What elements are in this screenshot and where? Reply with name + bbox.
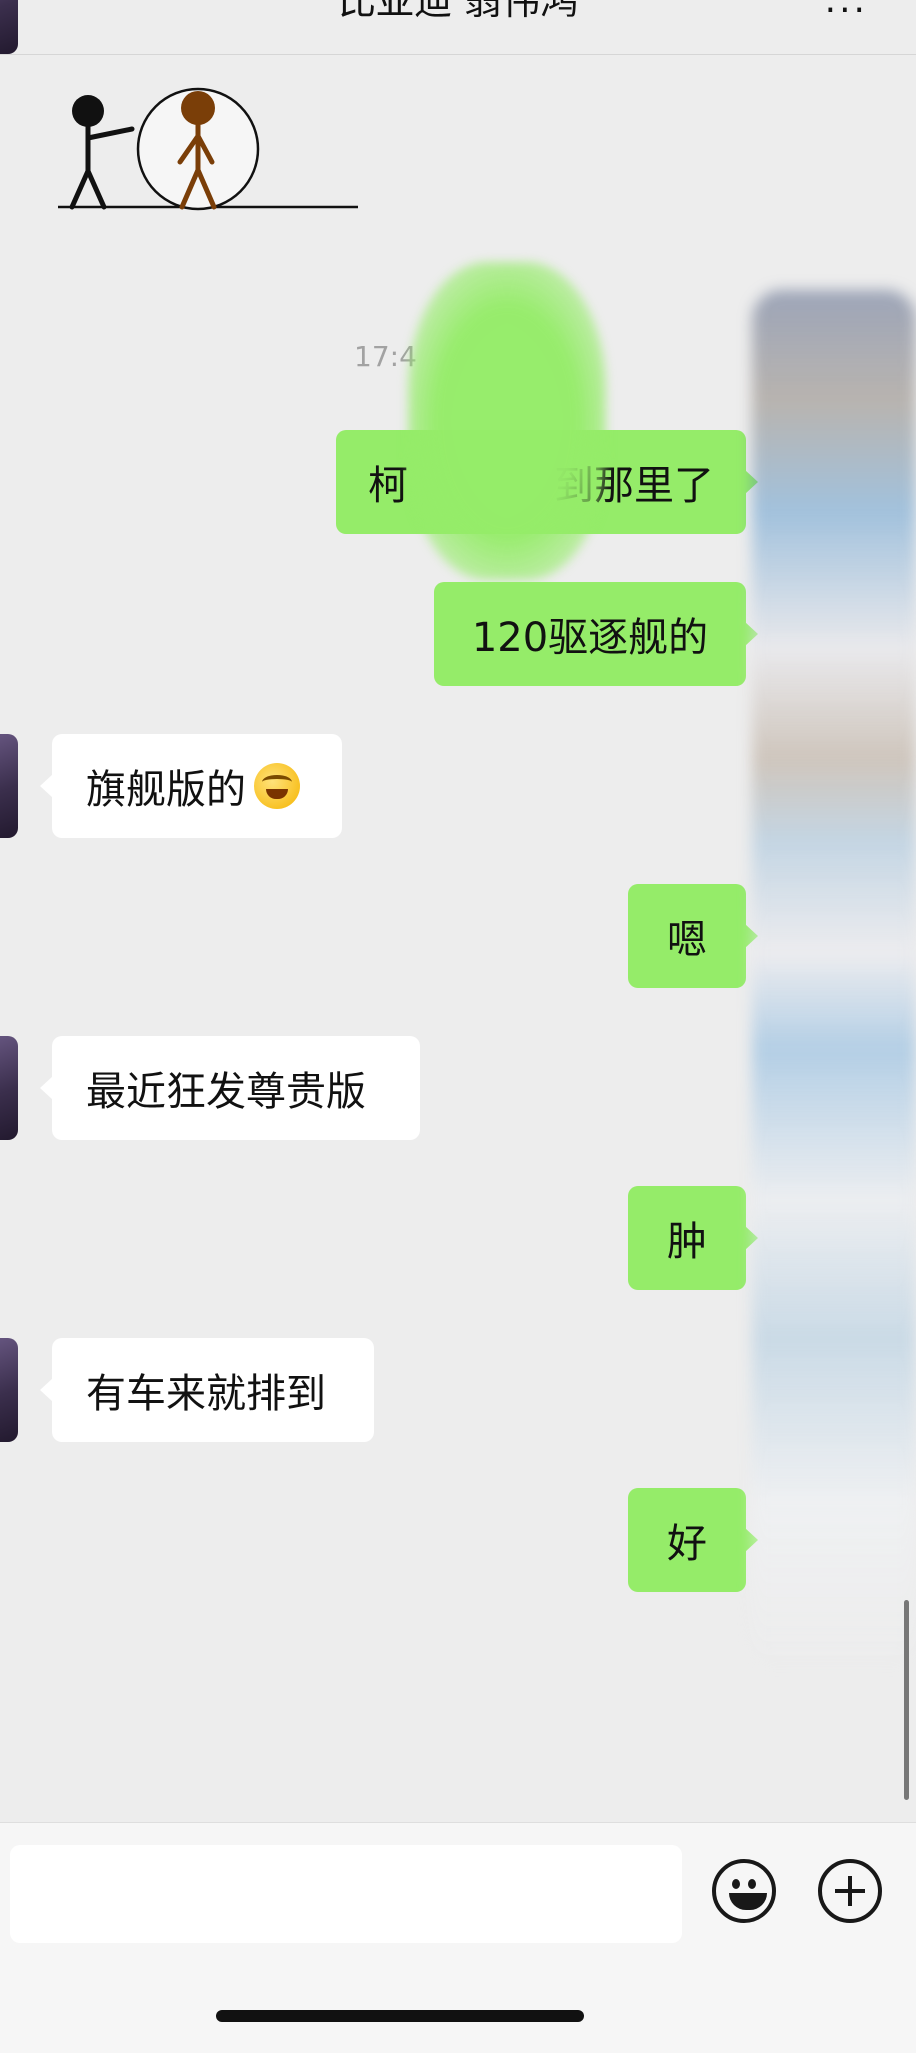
message-text: 好: [667, 1521, 707, 1567]
stick-figure-sticker[interactable]: [56, 86, 362, 216]
chat-title[interactable]: 比亚迪 翁伟鸿: [0, 0, 916, 25]
smile-icon[interactable]: [712, 1859, 776, 1923]
ellipsis-icon[interactable]: ···: [825, 0, 868, 31]
home-indicator[interactable]: [216, 2010, 584, 2022]
message-text: 旗舰版的: [86, 767, 246, 813]
message-text: 有车来就排到: [86, 1371, 326, 1417]
message-text-start: 柯: [368, 463, 408, 509]
incoming-message-bubble[interactable]: 有车来就排到: [40, 1338, 374, 1442]
contact-avatar[interactable]: [0, 1036, 18, 1140]
contact-avatar[interactable]: [0, 0, 18, 54]
incoming-message-bubble[interactable]: 最近狂发尊贵版: [40, 1036, 420, 1140]
facepalm-crying-emoji-icon: [254, 763, 300, 809]
message-text: 120驱逐舰的: [471, 615, 709, 661]
outgoing-message-bubble[interactable]: 嗯: [628, 884, 758, 988]
outgoing-message-bubble[interactable]: 肿: [628, 1186, 758, 1290]
smile-icon-mouth: [729, 1893, 767, 1910]
message-text: 最近狂发尊贵版: [86, 1069, 366, 1115]
contact-avatar[interactable]: [0, 1338, 18, 1442]
message-text: 肿: [667, 1219, 707, 1265]
smile-icon-eye: [732, 1879, 740, 1889]
chat-header: 比亚迪 翁伟鸿 ···: [0, 0, 916, 55]
own-avatar-blur-overlay: [752, 290, 916, 1670]
message-input[interactable]: [10, 1845, 682, 1943]
message-timestamp: 17:4: [354, 340, 417, 373]
smile-icon-eye: [748, 1879, 756, 1889]
chat-scrollbar[interactable]: [904, 1600, 909, 1800]
message-text: 嗯: [667, 917, 707, 963]
outgoing-message-bubble[interactable]: 好: [628, 1488, 758, 1592]
plus-icon[interactable]: [818, 1859, 882, 1923]
outgoing-message-bubble[interactable]: 120驱逐舰的: [434, 582, 758, 686]
privacy-blur-overlay: [408, 262, 606, 580]
contact-avatar[interactable]: [0, 734, 18, 838]
incoming-message-bubble[interactable]: 旗舰版的: [40, 734, 342, 838]
